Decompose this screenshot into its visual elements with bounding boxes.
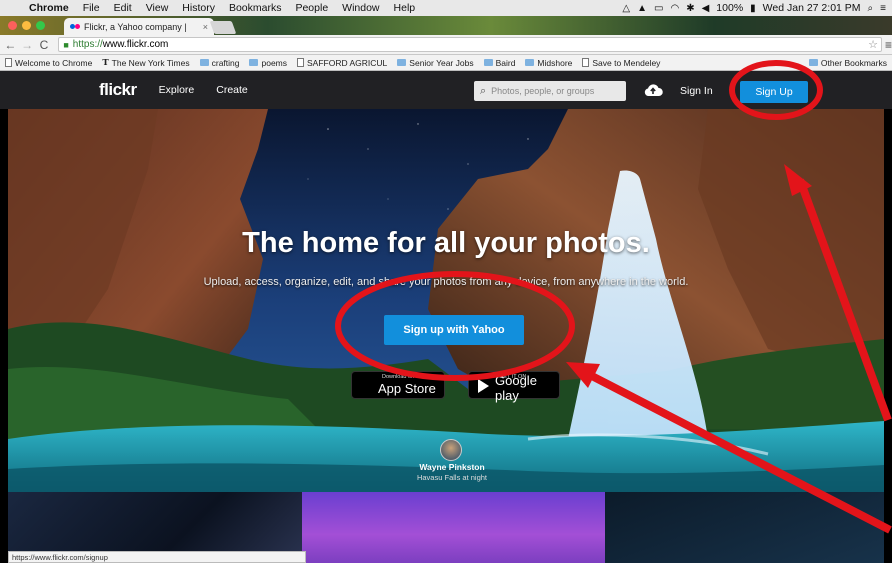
menu-help[interactable]: Help xyxy=(387,2,423,14)
drive-icon[interactable]: △ xyxy=(622,3,630,14)
bookmark-label: Other Bookmarks xyxy=(820,57,887,68)
folder-icon xyxy=(199,59,209,66)
menu-app-chrome[interactable]: Chrome xyxy=(22,2,76,14)
photo-tile-dark[interactable] xyxy=(605,492,884,563)
bookmark-label: Midshore xyxy=(537,57,573,68)
menu-file[interactable]: File xyxy=(76,2,107,14)
page-icon xyxy=(5,58,12,67)
url-scheme: https:// xyxy=(72,39,103,50)
status-bar-url: https://www.flickr.com/signup xyxy=(8,551,306,563)
folder-icon xyxy=(525,59,535,66)
forward-arrow-icon[interactable]: → xyxy=(21,38,34,52)
browser-tab-strip: Flickr, a Yahoo company | × xyxy=(0,16,892,35)
bookmark-label: Baird xyxy=(495,57,516,68)
url-bar[interactable]: ■ https:// www.flickr.com ☆ xyxy=(58,37,882,52)
hero-photo-waterfall xyxy=(8,109,884,492)
photo-credit-title[interactable]: Havasu Falls at night xyxy=(8,473,884,482)
back-arrow-icon[interactable]: ← xyxy=(4,38,17,52)
google-play-badge[interactable]: GET IT ON Google play xyxy=(468,371,560,403)
google-play-icon xyxy=(478,379,489,393)
list-icon[interactable]: ≡ xyxy=(880,3,886,14)
bookmark-label: Save to Mendeley xyxy=(592,57,661,68)
zoom-window-icon[interactable] xyxy=(36,21,45,30)
volume-icon[interactable]: ◀ xyxy=(702,3,710,14)
bookmark-other[interactable]: Other Bookmarks xyxy=(804,58,892,68)
spotlight-icon[interactable]: ⌕ xyxy=(868,3,874,14)
close-window-icon[interactable] xyxy=(8,21,17,30)
bookmark-label: Senior Year Jobs xyxy=(409,57,474,68)
browser-tab[interactable]: Flickr, a Yahoo company | × xyxy=(64,18,214,35)
app-store-text: App Store xyxy=(378,380,436,396)
bookmark-star-icon[interactable]: ☆ xyxy=(868,38,881,51)
google-play-small-text: GET IT ON xyxy=(499,374,527,380)
bookmark-senior-jobs[interactable]: Senior Year Jobs xyxy=(392,58,478,68)
chrome-menu-icon[interactable]: ≡ xyxy=(885,38,892,52)
bookmark-welcome[interactable]: Welcome to Chrome xyxy=(0,58,97,68)
reload-icon[interactable]: C xyxy=(38,38,51,52)
hero-banner: The home for all your photos. Upload, ac… xyxy=(8,109,884,492)
battery-icon[interactable]: ▮ xyxy=(750,3,756,14)
menu-window[interactable]: Window xyxy=(335,2,386,14)
menu-edit[interactable]: Edit xyxy=(107,2,139,14)
bookmark-label: SAFFORD AGRICUL xyxy=(307,57,388,68)
flickr-favicon-icon xyxy=(70,23,80,30)
mac-menu-bar: Chrome File Edit View History Bookmarks … xyxy=(0,0,892,16)
battery-percent[interactable]: 100% xyxy=(716,2,743,14)
url-host: www.flickr.com xyxy=(102,39,169,50)
folder-icon xyxy=(249,59,259,66)
nav-create[interactable]: Create xyxy=(216,84,248,96)
warning-icon[interactable]: ▲ xyxy=(637,3,647,14)
photo-credit-name[interactable]: Wayne Pinkston xyxy=(8,462,884,472)
bookmark-mendeley[interactable]: Save to Mendeley xyxy=(577,58,665,68)
photographer-avatar[interactable] xyxy=(440,439,462,461)
app-store-small-text: Download on the xyxy=(382,374,424,380)
bookmark-label: poems xyxy=(261,57,287,68)
address-toolbar: ← → C ■ https:// www.flickr.com ☆ ≡ xyxy=(0,35,892,55)
page-icon xyxy=(582,58,590,67)
bluetooth-icon[interactable]: ✱ xyxy=(686,3,694,14)
sign-up-button[interactable]: Sign Up xyxy=(740,81,808,103)
menu-people[interactable]: People xyxy=(288,2,335,14)
lock-icon: ■ xyxy=(63,39,69,50)
upload-cloud-icon[interactable] xyxy=(643,83,663,97)
page-icon xyxy=(297,58,304,67)
nav-explore[interactable]: Explore xyxy=(159,84,195,96)
app-store-badge[interactable]: Download on the App Store xyxy=(351,371,445,399)
clock[interactable]: Wed Jan 27 2:01 PM xyxy=(763,2,861,14)
flickr-logo[interactable]: flickr xyxy=(99,80,137,100)
menu-view[interactable]: View xyxy=(139,2,176,14)
search-input[interactable]: ⌕ Photos, people, or groups xyxy=(474,81,626,101)
bookmark-nytimes[interactable]: T The New York Times xyxy=(97,58,194,68)
wifi-icon[interactable]: ◠ xyxy=(670,3,679,14)
folder-icon xyxy=(397,59,407,66)
bookmark-safford[interactable]: SAFFORD AGRICUL xyxy=(292,58,392,68)
sign-up-with-yahoo-button[interactable]: Sign up with Yahoo xyxy=(384,315,524,345)
search-icon: ⌕ xyxy=(480,84,487,97)
bookmarks-bar: Welcome to Chrome T The New York Times cr… xyxy=(0,55,892,71)
bookmark-poems[interactable]: poems xyxy=(244,58,292,68)
menu-history[interactable]: History xyxy=(175,2,222,14)
airplay-icon[interactable]: ▭ xyxy=(654,3,663,14)
photo-tile-purple[interactable] xyxy=(302,492,605,563)
hero-headline: The home for all your photos. xyxy=(242,227,650,259)
sign-in-link[interactable]: Sign In xyxy=(680,85,713,97)
bookmark-crafting[interactable]: crafting xyxy=(195,58,245,68)
tab-title: Flickr, a Yahoo company | xyxy=(84,21,187,32)
bookmark-midshore[interactable]: Midshore xyxy=(520,58,577,68)
hero-subtitle: Upload, access, organize, edit, and shar… xyxy=(203,276,689,288)
folder-icon xyxy=(483,59,493,66)
bookmark-baird[interactable]: Baird xyxy=(479,58,521,68)
bookmark-label: Welcome to Chrome xyxy=(15,57,93,68)
window-controls xyxy=(8,21,45,30)
bookmark-label: crafting xyxy=(211,57,240,68)
folder-icon xyxy=(808,59,818,66)
menu-bookmarks[interactable]: Bookmarks xyxy=(222,2,289,14)
tab-close-icon[interactable]: × xyxy=(203,22,208,32)
bookmark-label: The New York Times xyxy=(111,57,190,68)
minimize-window-icon[interactable] xyxy=(22,21,31,30)
new-tab-button[interactable] xyxy=(209,21,237,34)
nyt-icon: T xyxy=(102,57,109,68)
search-placeholder: Photos, people, or groups xyxy=(491,86,595,96)
flickr-navbar: flickr Explore Create ⌕ Photos, people, … xyxy=(0,71,892,109)
